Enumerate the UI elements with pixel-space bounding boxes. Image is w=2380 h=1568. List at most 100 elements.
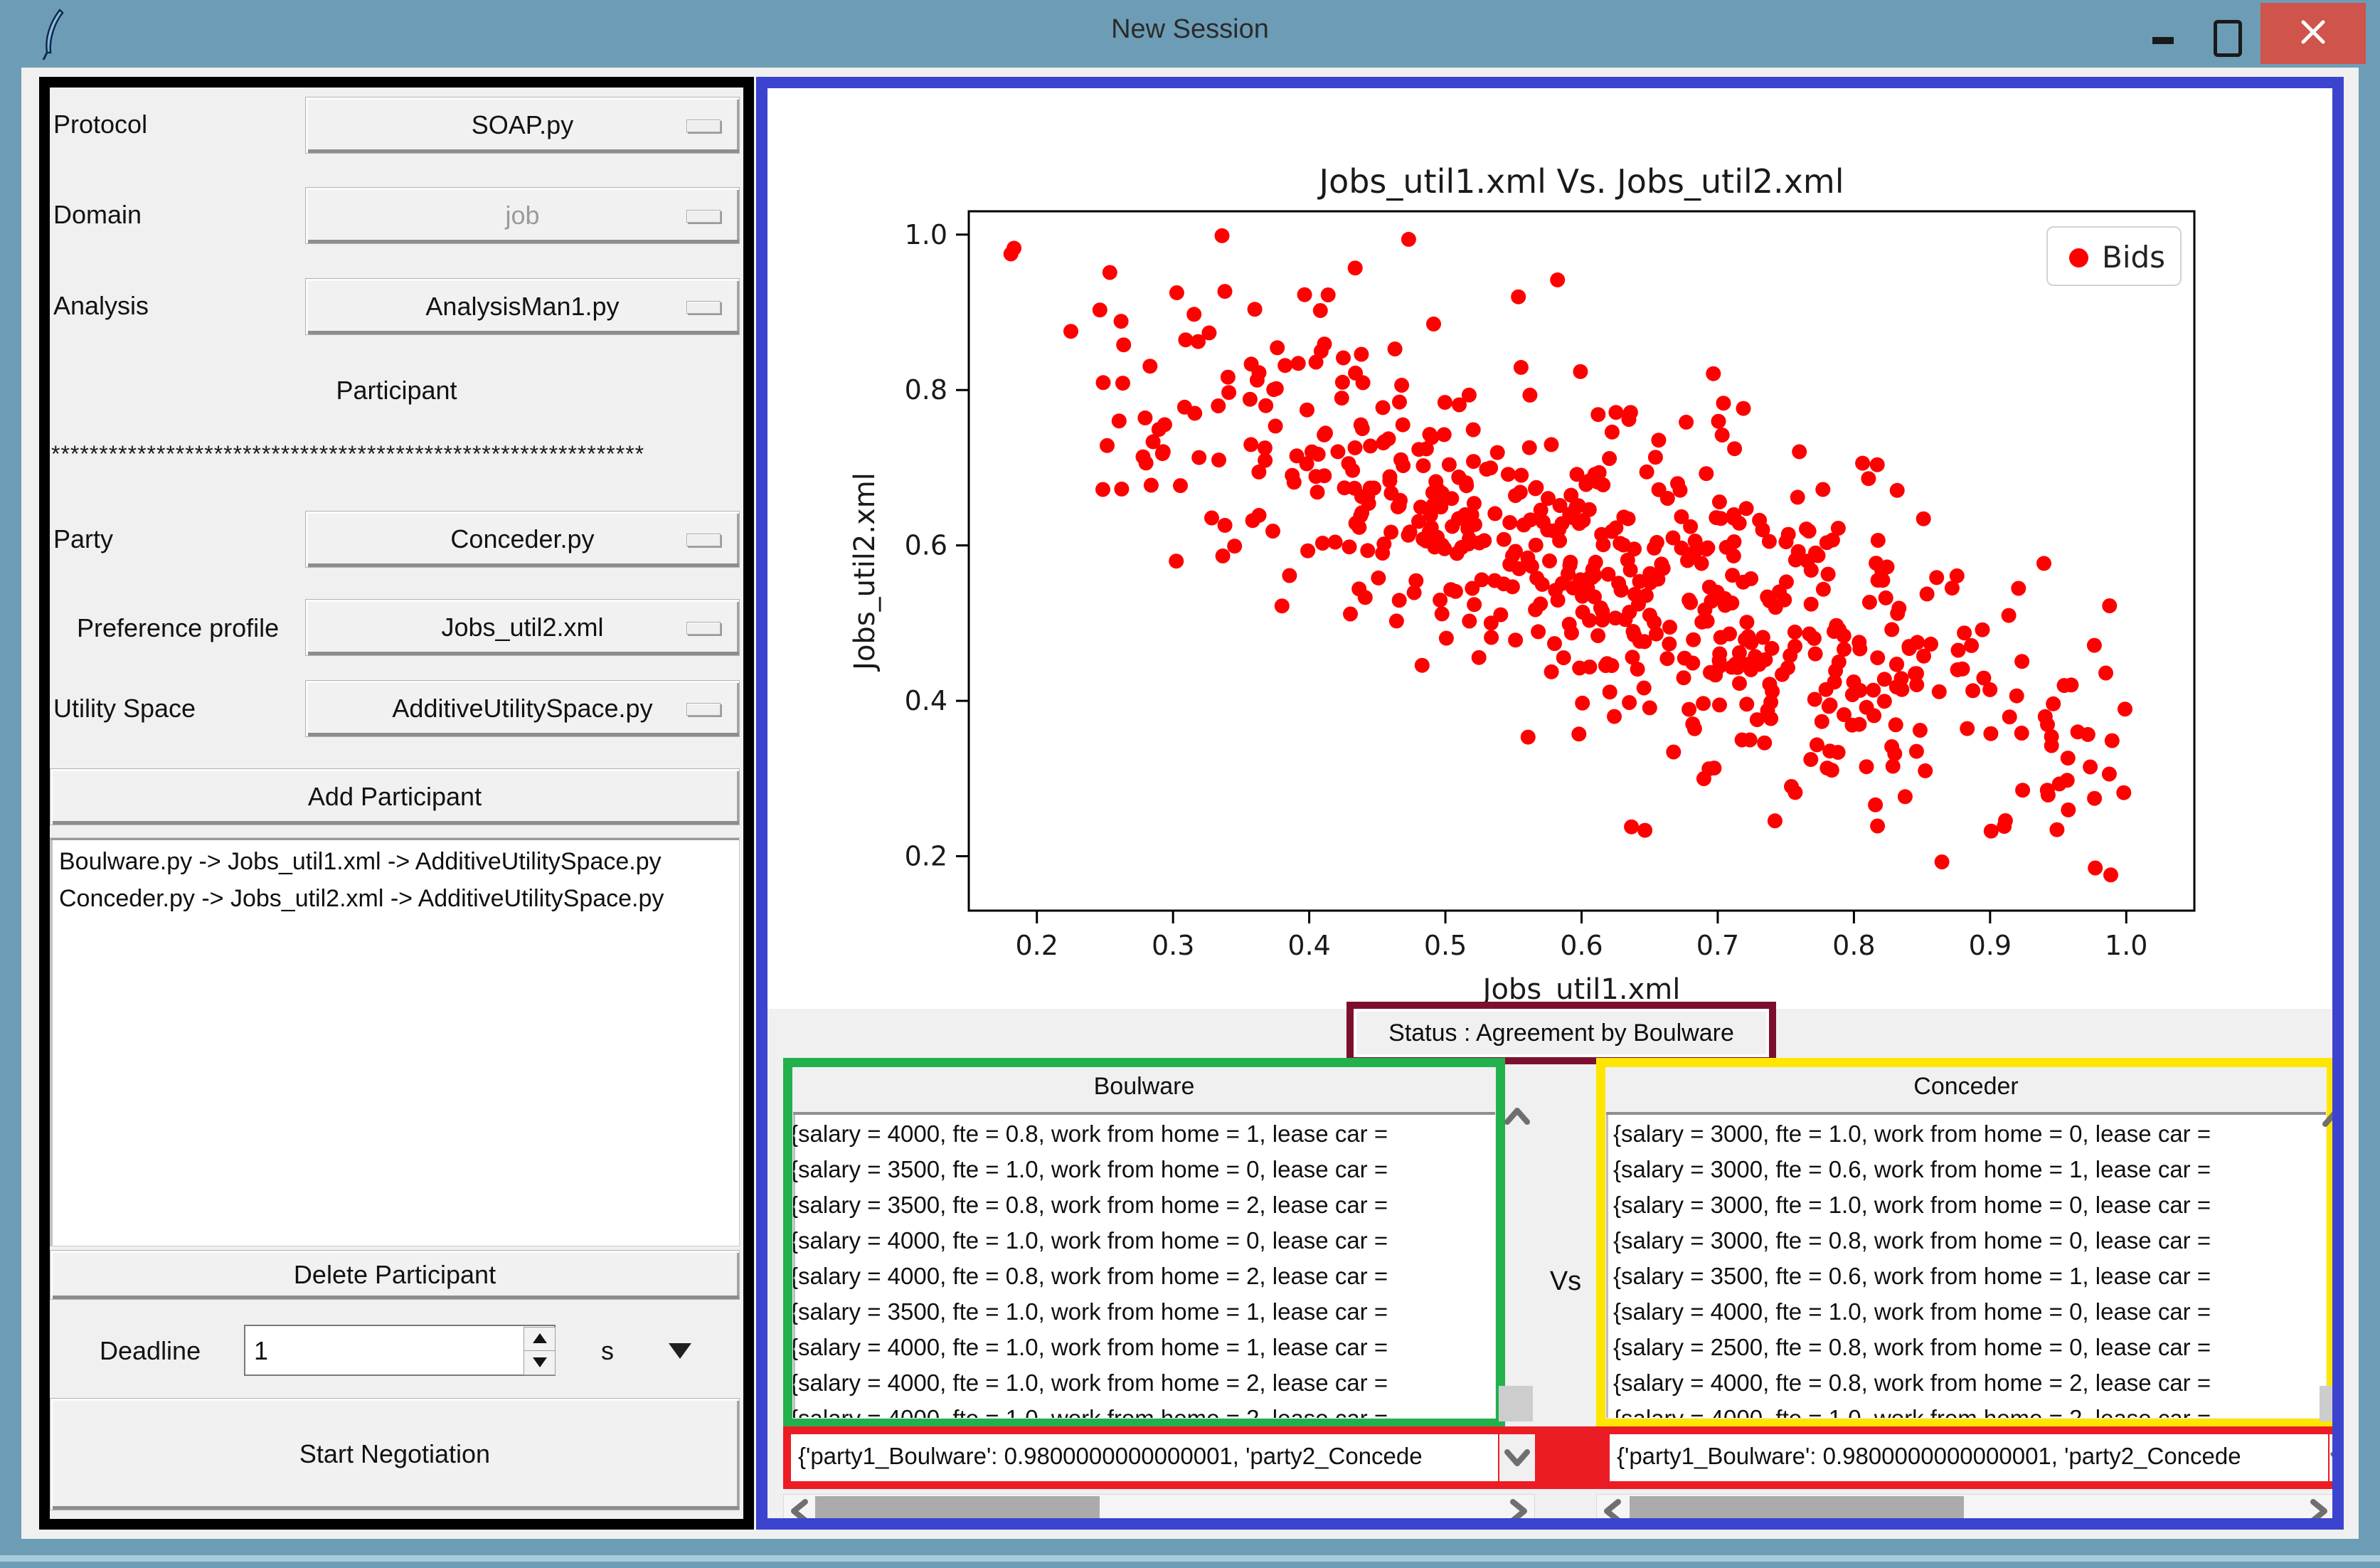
svg-text:0.8: 0.8 — [1832, 930, 1875, 961]
bid-row: {salary = 3500, fte = 1.0, work from hom… — [800, 1298, 1495, 1325]
boulware-bid-panel: Boulware {salary = 4000, fte = 0.8, work… — [783, 1058, 1505, 1428]
scroll-down-button[interactable] — [2329, 1434, 2344, 1481]
conceder-bid-list[interactable]: {salary = 3000, fte = 1.0, work from hom… — [1606, 1112, 2326, 1418]
bid-row: {salary = 3500, fte = 1.0, work from hom… — [800, 1156, 1495, 1183]
legend-marker-icon — [2069, 248, 2088, 267]
chart-y-axis-label: Jobs_util2.xml — [849, 415, 881, 728]
status-text: Status : Agreement by Boulware — [1354, 1019, 1769, 1047]
close-icon — [2297, 16, 2329, 51]
analysis-label: Analysis — [53, 291, 149, 321]
scroll-down-button[interactable] — [1499, 1434, 1535, 1481]
separator-asterisks: ****************************************… — [51, 441, 741, 467]
bid-row: {salary = 3500, fte = 0.8, work from hom… — [800, 1192, 1495, 1219]
status-badge: Status : Agreement by Boulware — [1346, 1002, 1776, 1064]
svg-text:0.4: 0.4 — [1287, 930, 1330, 961]
boulware-bid-list[interactable]: {salary = 4000, fte = 0.8, work from hom… — [793, 1112, 1495, 1418]
svg-text:0.9: 0.9 — [1969, 930, 2012, 961]
spin-up-icon — [533, 1333, 547, 1343]
bid-row: {salary = 3000, fte = 1.0, work from hom… — [1613, 1192, 2326, 1219]
deadline-label: Deadline — [100, 1336, 201, 1366]
domain-value: job — [505, 201, 539, 231]
start-negotiation-button[interactable]: Start Negotiation — [50, 1398, 740, 1510]
utility-space-value: AdditiveUtilitySpace.py — [392, 694, 652, 724]
vertical-scrollbar-thumb[interactable] — [1499, 1386, 1533, 1421]
title-bar: New Session — [0, 0, 2380, 68]
dropdown-indicator-icon — [686, 301, 721, 314]
dropdown-indicator-icon — [686, 622, 721, 635]
legend-label: Bids — [2102, 240, 2165, 275]
svg-text:0.6: 0.6 — [905, 530, 947, 561]
start-negotiation-label: Start Negotiation — [299, 1439, 490, 1469]
scroll-up-button[interactable] — [2321, 1106, 2344, 1135]
conceder-panel-title: Conceder — [1605, 1073, 2327, 1101]
protocol-dropdown[interactable]: SOAP.py — [305, 97, 740, 154]
svg-text:1.0: 1.0 — [905, 219, 947, 250]
domain-dropdown[interactable]: job — [305, 187, 740, 244]
bid-row: {salary = 4000, fte = 1.0, work from hom… — [800, 1370, 1495, 1397]
chart-legend: Bids — [2046, 226, 2182, 286]
deadline-unit-dropdown[interactable] — [669, 1343, 691, 1359]
deadline-spinbox — [244, 1325, 556, 1376]
svg-text:0.2: 0.2 — [1016, 930, 1058, 961]
horizontal-scrollbar-thumb[interactable] — [1630, 1496, 1964, 1525]
vs-label: Vs — [1531, 1266, 1600, 1297]
bid-row: {salary = 3000, fte = 1.0, work from hom… — [1613, 1121, 2326, 1148]
party-dropdown[interactable]: Conceder.py — [305, 511, 740, 568]
participant-listbox[interactable]: Boulware.py -> Jobs_util1.xml -> Additiv… — [50, 837, 740, 1246]
list-item[interactable]: Conceder.py -> Jobs_util2.xml -> Additiv… — [59, 885, 740, 913]
analysis-dropdown[interactable]: AnalysisMan1.py — [305, 278, 740, 335]
bid-row: {salary = 4000, fte = 1.0, work from hom… — [800, 1227, 1495, 1254]
scroll-left-button[interactable] — [787, 1498, 812, 1528]
preference-profile-dropdown[interactable]: Jobs_util2.xml — [305, 599, 740, 656]
dropdown-indicator-icon — [686, 534, 721, 546]
preference-profile-label: Preference profile — [77, 613, 279, 643]
svg-text:0.5: 0.5 — [1424, 930, 1467, 961]
outcome-text: {'party1_Boulware': 0.9800000000000001, … — [791, 1434, 1498, 1470]
spin-down-button[interactable] — [524, 1350, 556, 1375]
deadline-input[interactable] — [245, 1326, 519, 1376]
delete-participant-button[interactable]: Delete Participant — [50, 1250, 740, 1300]
outcome-entry-boulware[interactable]: {'party1_Boulware': 0.9800000000000001, … — [791, 1434, 1498, 1481]
maximize-button[interactable] — [2214, 20, 2242, 57]
scroll-left-button[interactable] — [1600, 1498, 1625, 1528]
list-item[interactable]: Boulware.py -> Jobs_util1.xml -> Additiv… — [59, 848, 740, 876]
utility-space-dropdown[interactable]: AdditiveUtilitySpace.py — [305, 680, 740, 737]
spin-up-button[interactable] — [524, 1327, 556, 1352]
bid-row: {salary = 2500, fte = 0.8, work from hom… — [1613, 1334, 2326, 1361]
protocol-value: SOAP.py — [472, 110, 573, 140]
session-view-panel: 0.20.30.40.50.60.70.80.91.00.20.40.60.81… — [756, 77, 2344, 1530]
horizontal-scrollbar[interactable] — [1596, 1494, 2334, 1528]
dropdown-indicator-icon — [686, 210, 721, 223]
party-label: Party — [53, 524, 113, 554]
svg-text:0.4: 0.4 — [905, 685, 947, 716]
party-value: Conceder.py — [450, 524, 594, 554]
delete-participant-label: Delete Participant — [294, 1260, 496, 1290]
deadline-unit-value: s — [601, 1336, 614, 1366]
conceder-bid-panel: Conceder {salary = 3000, fte = 1.0, work… — [1596, 1058, 2336, 1428]
bid-row: {salary = 3000, fte = 0.8, work from hom… — [1613, 1227, 2326, 1254]
svg-text:0.8: 0.8 — [905, 374, 947, 406]
svg-text:0.2: 0.2 — [905, 841, 947, 872]
bid-row: {salary = 4000, fte = 1.0, work from hom… — [1613, 1298, 2326, 1325]
horizontal-scrollbar-thumb[interactable] — [815, 1496, 1100, 1525]
add-participant-button[interactable]: Add Participant — [50, 768, 740, 825]
window-title: New Session — [0, 14, 2380, 45]
domain-label: Domain — [53, 200, 142, 230]
spin-down-icon — [533, 1357, 547, 1367]
scroll-right-button[interactable] — [1506, 1498, 1531, 1528]
participant-section-header: Participant — [50, 376, 743, 406]
bid-row: {salary = 4000, fte = 1.0, work from hom… — [800, 1405, 1495, 1418]
scroll-up-button[interactable] — [1503, 1103, 1531, 1133]
bid-row: {salary = 4000, fte = 1.0, work from hom… — [1613, 1405, 2326, 1418]
horizontal-scrollbar[interactable] — [783, 1494, 1535, 1528]
utility-space-label: Utility Space — [53, 694, 196, 724]
window-bottom-edge — [0, 1555, 2380, 1562]
bid-row: {salary = 4000, fte = 0.8, work from hom… — [800, 1121, 1495, 1148]
dropdown-indicator-icon — [686, 703, 721, 716]
scroll-right-button[interactable] — [2306, 1498, 2332, 1528]
vertical-scrollbar-thumb[interactable] — [2320, 1386, 2341, 1421]
outcome-entry-conceder[interactable]: {'party1_Boulware': 0.9800000000000001, … — [1610, 1434, 2328, 1481]
outcome-strip: {'party1_Boulware': 0.9800000000000001, … — [783, 1426, 2336, 1489]
close-button[interactable] — [2261, 3, 2366, 64]
minimize-button[interactable] — [2152, 37, 2174, 44]
